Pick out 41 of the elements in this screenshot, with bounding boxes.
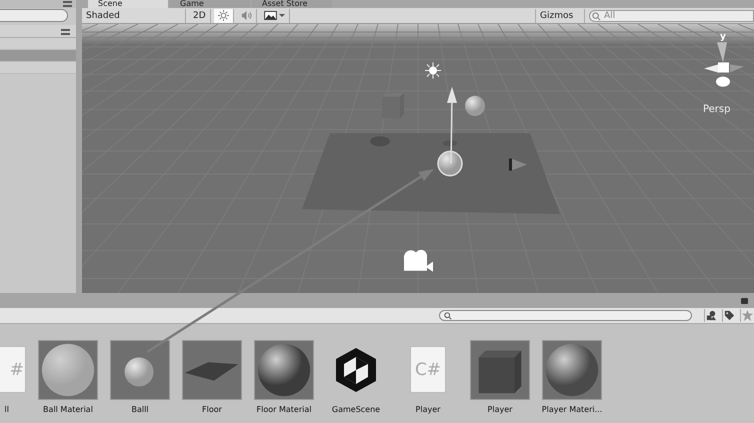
asset-label: Player <box>416 405 440 414</box>
image-icon <box>264 11 277 20</box>
projection-label[interactable]: Persp <box>703 104 730 115</box>
material-thumbnail[interactable] <box>255 341 313 399</box>
cone <box>509 158 527 171</box>
axis-gizmo <box>704 42 744 87</box>
speaker-icon <box>240 10 252 21</box>
search-field[interactable] <box>439 310 692 321</box>
2d-toggle[interactable]: 2D <box>189 8 211 22</box>
axis-label: y <box>720 32 726 42</box>
shadow <box>443 140 457 146</box>
asset-label: Balll <box>131 405 149 414</box>
shading-dropdown[interactable]: Shaded <box>82 8 186 22</box>
tab[interactable]: Asset Store <box>252 0 332 8</box>
material-thumbnail[interactable] <box>543 341 601 399</box>
tab[interactable]: Game <box>170 0 250 8</box>
camera-icon <box>404 250 433 272</box>
asset-label: ll <box>4 405 9 414</box>
lighting-toggle[interactable] <box>214 8 234 22</box>
search-icon <box>444 312 452 320</box>
gizmos-dropdown[interactable]: Gizmos <box>535 8 585 22</box>
asset-label: Player <box>488 405 512 414</box>
shapes-icon[interactable] <box>704 309 718 322</box>
asset-label: Player Materi... <box>542 405 602 414</box>
cube <box>382 92 404 118</box>
star-icon[interactable] <box>740 309 754 322</box>
asset-label: Floor <box>202 405 222 414</box>
search-field[interactable]: All <box>589 10 754 22</box>
search-field[interactable] <box>0 9 68 22</box>
asset-label: Floor Material <box>256 405 312 414</box>
menu-icon[interactable] <box>61 28 70 34</box>
material-thumbnail[interactable] <box>39 341 97 399</box>
tag-icon[interactable] <box>722 309 736 322</box>
ball <box>437 150 463 176</box>
sphere <box>465 96 485 116</box>
asset-label: Ball Material <box>43 405 93 414</box>
sun-icon <box>218 10 229 21</box>
light-icon <box>424 62 442 80</box>
tab[interactable]: Scene <box>88 0 168 8</box>
menu-icon[interactable] <box>63 1 72 7</box>
asset-label: GameScene <box>332 405 380 414</box>
